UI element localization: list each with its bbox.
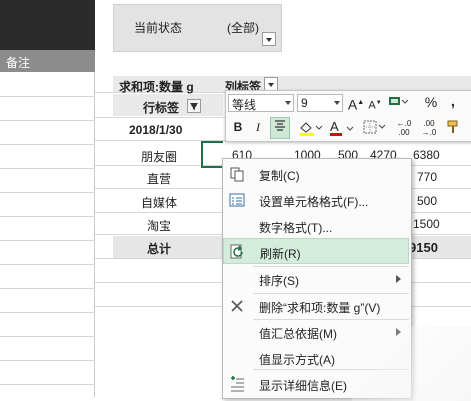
value-cell: 6380 (413, 148, 440, 162)
filter-label: 当前状态 (134, 21, 183, 35)
row-label-filter-button[interactable] (187, 99, 201, 113)
fill-bucket-icon (300, 122, 323, 136)
left-column-header: 备注 (0, 50, 95, 72)
row-name: 淘宝 (147, 219, 172, 233)
filter-dropdown-button[interactable] (262, 32, 276, 46)
menu-item-number-format[interactable]: 数字格式(T)... (223, 213, 409, 239)
value-cell: 1500 (413, 217, 440, 231)
report-filter-area: 当前状态 (全部) (113, 4, 282, 52)
mini-toolbar: 等线 9 A▲ A▼ % , B I A ←.0 .00 .00 →.0 (225, 90, 471, 142)
pivot-row-label: 行标签 (143, 101, 180, 115)
menu-item-format-cells[interactable]: 设置单元格格式(F)... (223, 187, 409, 213)
left-column-cells (0, 72, 95, 397)
menu-item-label: 刷新(R) (260, 247, 301, 261)
font-color-button[interactable]: A (328, 119, 356, 137)
shrink-font-button[interactable]: A▼ (367, 95, 383, 113)
value-cell: 770 (417, 170, 438, 184)
grow-font-button[interactable]: A▲ (347, 94, 365, 113)
close-icon (231, 300, 243, 312)
total-value: 9150 (409, 240, 438, 255)
number-format-button[interactable] (386, 94, 412, 112)
row-name: 朋友圈 (141, 150, 178, 164)
menu-item-label: 复制(C) (259, 169, 300, 183)
increase-decimal-button[interactable]: ←.0 .00 (393, 119, 415, 137)
italic-button[interactable]: I (250, 119, 266, 137)
format-painter-button[interactable] (444, 119, 462, 137)
expand-details-icon (231, 376, 244, 392)
total-label: 总计 (147, 242, 172, 256)
menu-item-label: 值汇总依据(M) (259, 327, 337, 341)
blurred-corner (352, 326, 471, 401)
menu-item-label: 数字格式(T)... (259, 221, 333, 235)
row-name: 自媒体 (141, 196, 178, 210)
format-cells-icon (229, 193, 245, 207)
font-name-value: 等线 (232, 98, 257, 112)
comma-style-button[interactable]: , (446, 93, 460, 111)
copy-icon (230, 167, 244, 182)
bold-button[interactable]: B (230, 119, 246, 137)
refresh-icon (230, 244, 243, 259)
left-column-header-label: 备注 (6, 56, 31, 70)
font-name-box[interactable]: 等线 (228, 94, 294, 112)
menu-item-remove-field[interactable]: 删除“求和项:数量 g”(V) (223, 293, 409, 319)
pivot-date: 2018/1/30 (129, 123, 183, 137)
fill-color-button[interactable] (296, 119, 324, 137)
submenu-arrow-icon (396, 275, 401, 283)
filter-value: (全部) (227, 21, 259, 35)
menu-item-label: 显示详细信息(E) (259, 379, 347, 393)
value-cell: 500 (417, 194, 438, 208)
row-name: 直营 (147, 172, 172, 186)
align-center-button[interactable] (270, 117, 290, 139)
align-center-icon (275, 120, 285, 131)
decrease-decimal-button[interactable]: .00 →.0 (418, 119, 440, 137)
menu-item-sort[interactable]: 排序(S) (223, 266, 409, 292)
borders-icon (363, 120, 386, 134)
borders-button[interactable] (362, 119, 388, 137)
col-label-dropdown-button[interactable] (264, 77, 278, 91)
font-size-box[interactable]: 9 (297, 94, 343, 112)
font-size-value: 9 (301, 96, 308, 110)
menu-item-copy[interactable]: 复制(C) (223, 161, 409, 187)
menu-item-label: 值显示方式(A) (259, 353, 335, 367)
menu-item-label: 删除“求和项:数量 g”(V) (259, 301, 381, 315)
format-painter-icon (447, 120, 458, 133)
menu-item-refresh[interactable]: 刷新(R) (223, 238, 409, 264)
left-column-header-dark (0, 0, 95, 50)
menu-item-label: 设置单元格格式(F)... (259, 195, 369, 209)
pivot-sum-label: 求和项:数量 g (119, 80, 194, 94)
menu-item-label: 排序(S) (259, 274, 299, 288)
percent-style-button[interactable]: % (423, 94, 439, 112)
active-cell[interactable] (201, 141, 223, 168)
